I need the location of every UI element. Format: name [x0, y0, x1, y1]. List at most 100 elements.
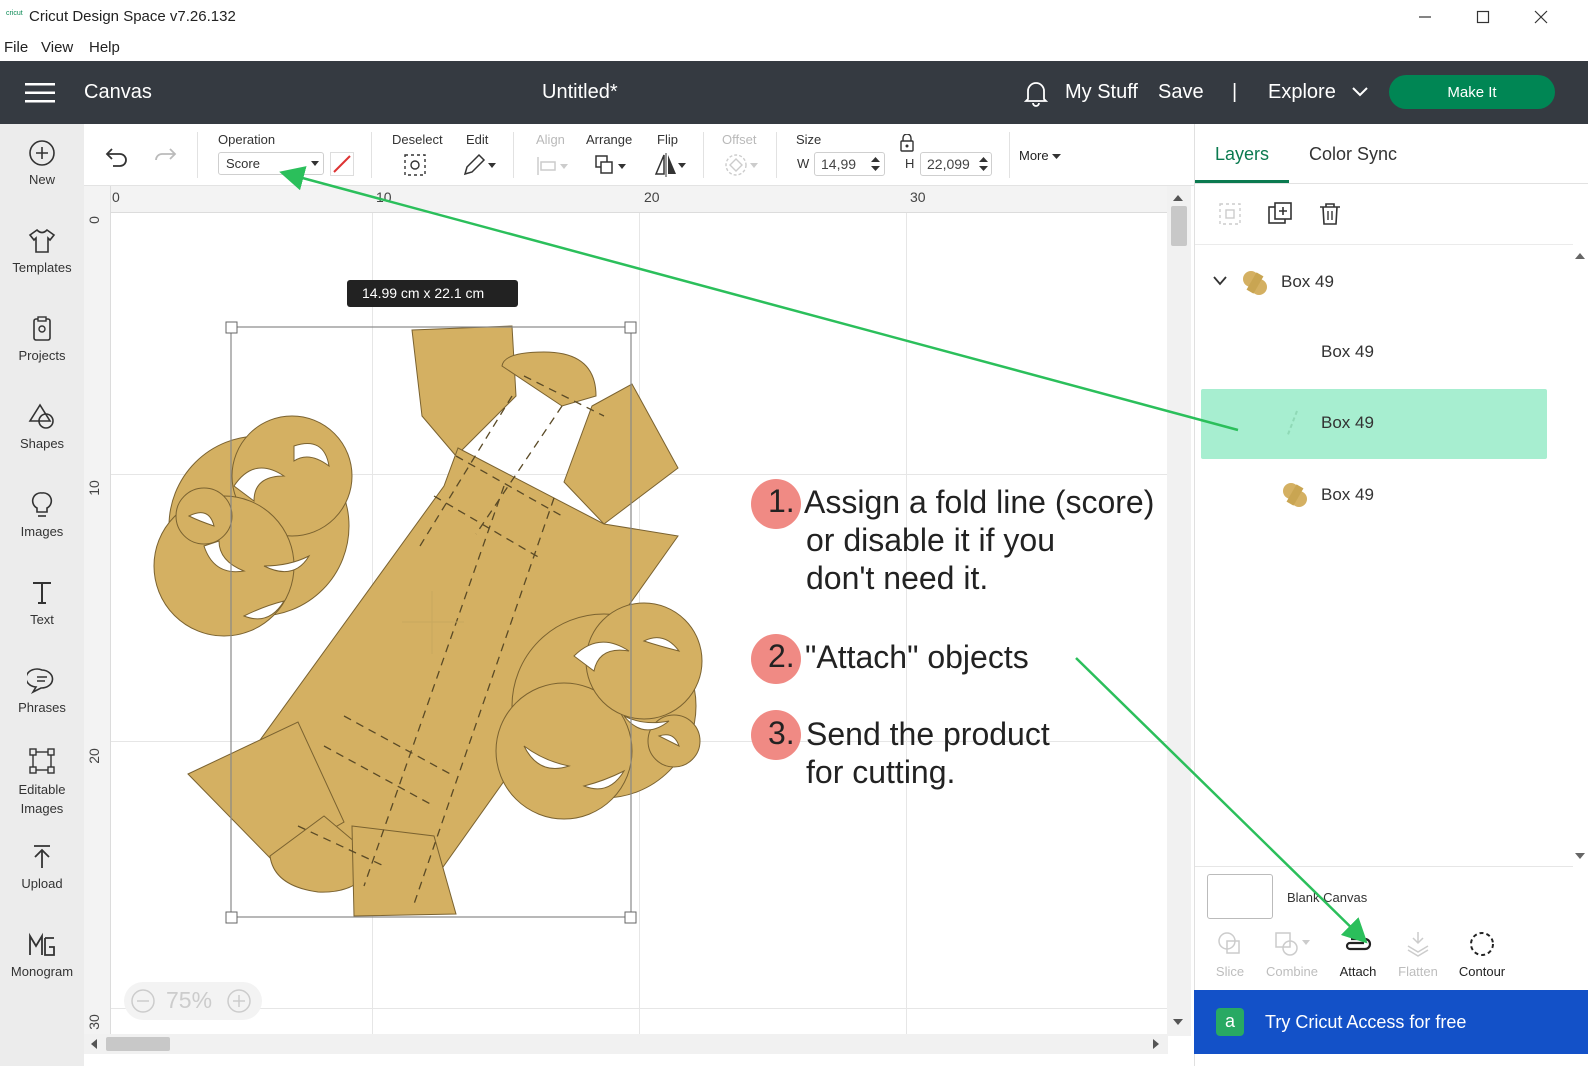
edit-button[interactable] [462, 152, 498, 183]
tab-color-sync[interactable]: Color Sync [1309, 144, 1397, 165]
layer-row[interactable]: Box 49 [1201, 318, 1547, 388]
vertical-scrollbar[interactable] [1167, 186, 1191, 1036]
sidebar-item-label: Upload [21, 876, 63, 891]
access-banner-text: Try Cricut Access for free [1265, 1012, 1467, 1032]
close-window-button[interactable] [1518, 4, 1564, 30]
contour-icon [1470, 932, 1494, 956]
sidebar-item-label: Templates [12, 260, 72, 275]
layer-name: Box 49 [1281, 272, 1334, 291]
combine-icon [1275, 932, 1310, 956]
combine-button[interactable]: Combine [1257, 930, 1327, 979]
make-it-button[interactable]: Make It [1389, 75, 1555, 109]
more-dropdown[interactable]: More [1019, 148, 1062, 163]
explore-dropdown[interactable]: Explore [1268, 81, 1336, 104]
undo-button[interactable] [104, 144, 130, 173]
layer-thumbnail [1243, 271, 1267, 295]
sidebar-item-images[interactable]: Images [0, 490, 84, 539]
more-label: More [1019, 148, 1049, 163]
layer-row-group[interactable]: Box 49 [1201, 248, 1547, 318]
cricut-access-banner[interactable]: a Try Cricut Access for free [1194, 990, 1588, 1054]
sidebar-item-editable-images[interactable]: Editable Images [0, 746, 84, 818]
save-button[interactable]: Save [1158, 81, 1204, 104]
dropdown-arrow-icon [1052, 154, 1062, 159]
scroll-up-icon[interactable] [1575, 252, 1585, 260]
edit-toolbar: Operation Score Deselect Edit Align Arra… [84, 124, 1194, 186]
horizontal-scrollbar[interactable] [84, 1034, 1168, 1054]
sidebar-item-new[interactable]: New [0, 138, 84, 187]
deselect-label: Deselect [392, 132, 443, 147]
zoom-in-icon[interactable] [226, 988, 252, 1014]
text-icon [33, 582, 51, 604]
slice-button[interactable]: Slice [1195, 930, 1265, 979]
menu-help[interactable]: Help [89, 39, 120, 56]
redo-button[interactable] [152, 144, 178, 173]
align-icon [537, 157, 568, 175]
sidebar-item-upload[interactable]: Upload [0, 842, 84, 891]
deselect-button[interactable] [402, 152, 428, 183]
tool-label: Contour [1458, 964, 1506, 979]
layer-name: Box 49 [1321, 413, 1374, 432]
operation-color-swatch[interactable] [330, 152, 354, 176]
layer-row[interactable]: Box 49 [1201, 461, 1547, 531]
my-stuff-link[interactable]: My Stuff [1065, 81, 1138, 104]
sidebar-item-shapes[interactable]: Shapes [0, 402, 84, 451]
minimize-button[interactable] [1402, 4, 1448, 30]
menu-bar: File View Help [0, 34, 1588, 61]
lock-proportions-button[interactable] [900, 133, 914, 157]
menu-view[interactable]: View [41, 39, 73, 56]
design-canvas[interactable]: 0 10 20 30 0 10 20 30 14.99 cm x 22.1 cm… [84, 186, 1178, 1036]
arrange-label: Arrange [586, 132, 633, 147]
size-tooltip: 14.99 cm x 22.1 cm [347, 280, 518, 307]
offset-button[interactable] [724, 152, 760, 183]
monogram-icon [29, 932, 55, 956]
flip-button[interactable] [654, 152, 690, 183]
arrange-button[interactable] [594, 154, 630, 183]
size-tooltip-text: 14.99 cm x 22.1 cm [362, 285, 485, 301]
lock-icon [900, 133, 914, 152]
box-design-artwork[interactable] [84, 186, 1178, 1036]
group-button[interactable] [1217, 201, 1243, 232]
step-line: or disable it if you [806, 522, 1056, 558]
sidebar-item-projects[interactable]: Projects [0, 314, 84, 363]
contour-button[interactable]: Contour [1447, 930, 1517, 979]
document-title[interactable]: Untitled* [542, 81, 618, 104]
notifications-button[interactable] [1023, 79, 1049, 112]
sidebar-item-phrases[interactable]: Phrases [0, 666, 84, 715]
sidebar-item-templates[interactable]: Templates [0, 226, 84, 275]
sidebar-item-label: Phrases [18, 700, 66, 715]
flatten-button[interactable]: Flatten [1383, 930, 1453, 979]
right-panel: Layers Color Sync Box 49 Box 49 Box 49 B… [1194, 124, 1588, 1066]
title-bar: cricut Cricut Design Space v7.26.132 [0, 0, 1588, 34]
height-value: 22,099 [927, 156, 970, 172]
edit-label: Edit [466, 132, 489, 147]
sidebar-item-label: Images [20, 524, 64, 539]
sidebar-item-label: Projects [18, 348, 66, 363]
tab-layers[interactable]: Layers [1215, 144, 1269, 165]
vertical-scroll-thumb[interactable] [1171, 206, 1187, 246]
header-divider: | [1232, 81, 1238, 103]
delete-button[interactable] [1317, 201, 1343, 232]
section-title: Canvas [84, 81, 152, 103]
speech-bubble-icon [27, 668, 54, 694]
sidebar-item-text[interactable]: Text [0, 578, 84, 627]
menu-file[interactable]: File [4, 39, 28, 56]
align-button[interactable] [536, 154, 572, 183]
height-input[interactable]: 22,099 [920, 152, 992, 176]
blank-canvas-swatch[interactable] [1207, 874, 1273, 919]
offset-icon [725, 154, 758, 176]
operation-select[interactable]: Score [218, 152, 324, 175]
zoom-out-icon[interactable] [130, 988, 156, 1014]
sidebar-item-label: Editable Images [18, 782, 66, 816]
maximize-button[interactable] [1460, 4, 1506, 30]
step-number-3: 3. [768, 715, 795, 751]
hamburger-menu-button[interactable] [25, 82, 55, 109]
duplicate-icon [1268, 202, 1292, 224]
width-input[interactable]: 14,99 [814, 152, 885, 176]
layer-row-selected[interactable]: Box 49 [1201, 389, 1547, 459]
horizontal-scroll-thumb[interactable] [106, 1037, 170, 1051]
sidebar-item-monogram[interactable]: Monogram [0, 930, 84, 979]
scroll-right-icon [1153, 1039, 1159, 1049]
duplicate-button[interactable] [1267, 201, 1293, 232]
paperclip-icon [1345, 937, 1372, 951]
scroll-down-icon[interactable] [1575, 852, 1585, 860]
